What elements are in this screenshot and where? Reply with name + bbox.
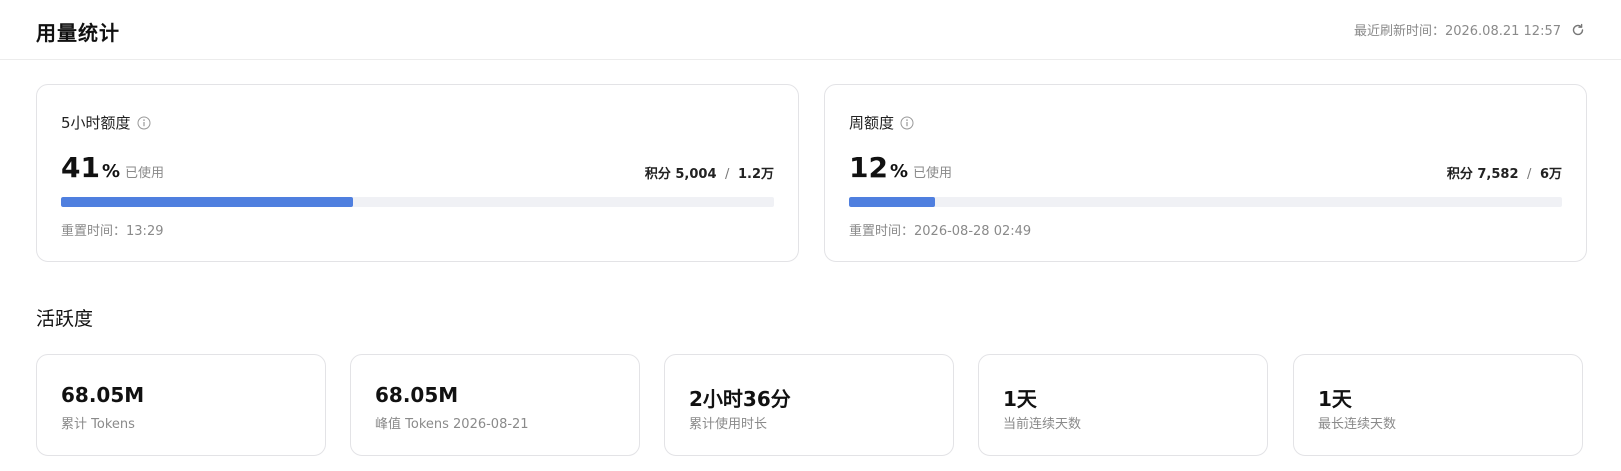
stat-card-longest-streak: 1天 最长连续天数 — [1293, 354, 1583, 456]
percent-sign: % — [101, 161, 121, 182]
refresh-time: 2026.08.21 12:57 — [1444, 24, 1561, 39]
quota-title: 5小时额度 — [61, 112, 151, 133]
usage-progress-fill — [61, 197, 354, 207]
usage-percent: 41 % 已使用 — [61, 151, 164, 184]
credits-separator: / — [1527, 167, 1532, 182]
info-icon[interactable] — [900, 116, 914, 130]
credits-total: 6万 — [1539, 167, 1562, 182]
stat-value: 68.05M — [61, 383, 145, 407]
used-label: 已使用 — [125, 166, 165, 181]
section-title-activity: 活跃度 — [36, 308, 94, 330]
reset-time: 重置时间：2026-08-28 02:49 — [849, 220, 1031, 239]
stat-card-peak-tokens: 68.05M 峰值 Tokens 2026-08-21 — [350, 354, 640, 456]
refresh-icon[interactable] — [1571, 23, 1585, 37]
stat-card-current-streak: 1天 当前连续天数 — [978, 354, 1268, 456]
stat-label: 峰值 Tokens 2026-08-21 — [375, 417, 529, 432]
reset-value: 13:29 — [126, 224, 164, 239]
quota-title: 周额度 — [849, 112, 914, 133]
stat-label: 当前连续天数 — [1003, 417, 1082, 432]
reset-label: 重置时间： — [849, 224, 915, 239]
stat-label: 累计 Tokens — [61, 417, 135, 432]
percent-sign: % — [889, 161, 909, 182]
usage-progress-bar — [61, 197, 774, 207]
usage-progress-bar — [849, 197, 1562, 207]
quota-card-5h: 5小时额度 41 % 已使用 积分 5,004 / 1.2万 重置时间：13:2… — [36, 84, 799, 262]
credits-info: 积分 7,582 / 6万 — [1447, 163, 1562, 182]
credits-total: 1.2万 — [737, 167, 774, 182]
quota-title-text: 周额度 — [849, 114, 895, 132]
credits-label: 积分 — [1446, 167, 1473, 182]
credits-used: 7,582 — [1477, 167, 1519, 182]
stat-label: 累计使用时长 — [689, 417, 768, 432]
stat-label: 最长连续天数 — [1318, 417, 1397, 432]
page-header: 用量统计 最近刷新时间：2026.08.21 12:57 — [0, 0, 1621, 60]
credits-info: 积分 5,004 / 1.2万 — [645, 163, 774, 182]
reset-label: 重置时间： — [61, 224, 127, 239]
credits-separator: / — [725, 167, 730, 182]
info-icon[interactable] — [137, 116, 151, 130]
quota-title-text: 5小时额度 — [61, 114, 131, 132]
stat-card-usage-duration: 2小时36分 累计使用时长 — [664, 354, 954, 456]
stat-value: 68.05M — [375, 383, 459, 407]
quota-card-weekly: 周额度 12 % 已使用 积分 7,582 / 6万 重置时间：2026-08-… — [824, 84, 1587, 262]
stat-value: 2小时36分 — [689, 387, 791, 411]
refresh-time-text: 最近刷新时间：2026.08.21 12:57 — [1354, 20, 1561, 39]
reset-value: 2026-08-28 02:49 — [914, 224, 1032, 239]
percent-value: 12 — [849, 151, 888, 184]
credits-label: 积分 — [644, 167, 671, 182]
stat-card-total-tokens: 68.05M 累计 Tokens — [36, 354, 326, 456]
credits-used: 5,004 — [675, 167, 717, 182]
refresh-label: 最近刷新时间： — [1353, 24, 1445, 39]
usage-percent: 12 % 已使用 — [849, 151, 952, 184]
percent-value: 41 — [61, 151, 100, 184]
page-title: 用量统计 — [36, 21, 120, 45]
refresh-info: 最近刷新时间：2026.08.21 12:57 — [1354, 20, 1585, 39]
stat-value: 1天 — [1003, 387, 1037, 411]
stat-value: 1天 — [1318, 387, 1352, 411]
usage-progress-fill — [849, 197, 935, 207]
used-label: 已使用 — [913, 166, 953, 181]
reset-time: 重置时间：13:29 — [61, 220, 163, 239]
